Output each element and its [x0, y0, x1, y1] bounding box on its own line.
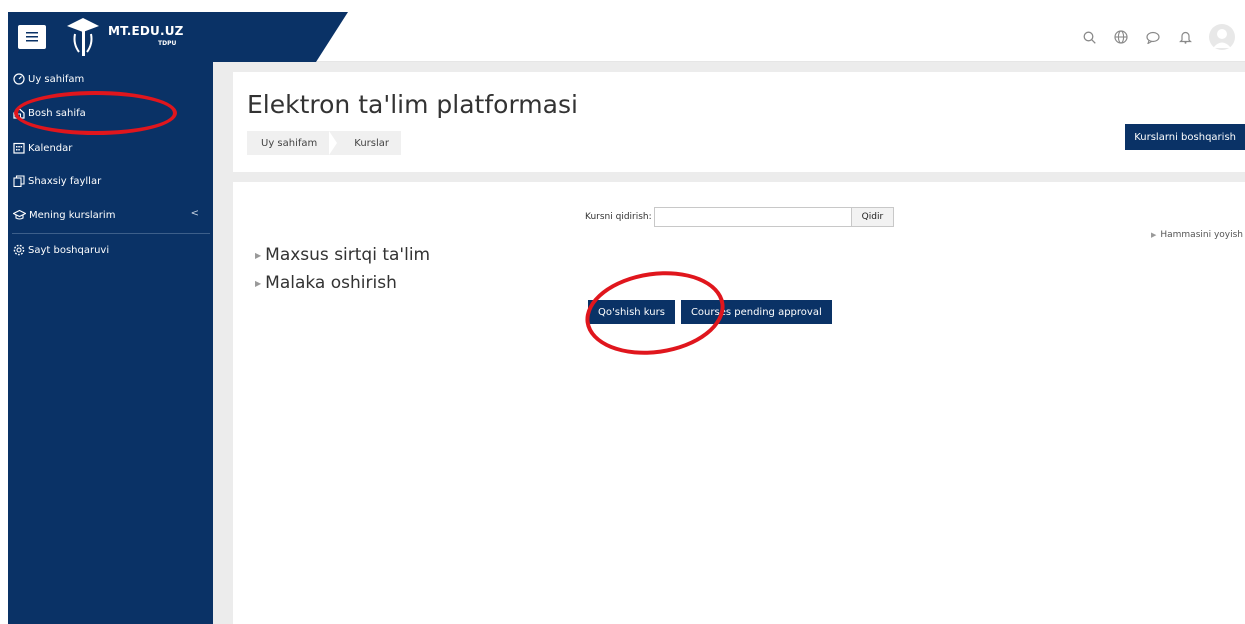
brand-subtitle: TDPU — [158, 40, 177, 47]
sidebar-item-label: Bosh sahifa — [28, 107, 86, 119]
caret-right-icon: ▶ — [1150, 231, 1157, 239]
sidebar-item-uy-sahifam[interactable]: Uy sahifam — [13, 69, 84, 89]
sidebar-divider — [12, 233, 210, 234]
brand-name[interactable]: MT.EDU.UZ — [108, 24, 184, 38]
dashboard-icon — [13, 73, 25, 85]
graduation-cap-icon — [13, 209, 26, 220]
sidebar-item-shaxsiy-fayllar[interactable]: Shaxsiy fayllar — [13, 171, 101, 191]
page-title: Elektron ta'lim platformasi — [247, 90, 578, 119]
search-input[interactable] — [653, 207, 852, 227]
hamburger-menu-button[interactable] — [18, 25, 46, 49]
courses-pending-approval-button[interactable]: Courses pending approval — [680, 300, 832, 324]
caret-right-icon: ▶ — [255, 250, 262, 260]
breadcrumb-item-kurslar[interactable]: Kurslar — [337, 131, 401, 155]
search-button[interactable]: Qidir — [851, 207, 895, 227]
breadcrumb: Uy sahifam Kurslar — [247, 131, 402, 155]
sidebar-item-bosh-sahifa[interactable]: Bosh sahifa — [13, 103, 86, 123]
files-icon — [13, 175, 25, 187]
chevron-left-icon[interactable]: < — [191, 208, 199, 219]
main-region: Elektron ta'lim platformasi Uy sahifam K… — [213, 62, 1245, 624]
sidebar-item-label: Sayt boshqaruvi — [28, 244, 110, 256]
sidebar-item-label: Uy sahifam — [28, 73, 85, 85]
graduate-logo-icon — [67, 18, 99, 56]
sidebar-item-label: Kalendar — [28, 142, 73, 154]
sidebar: Uy sahifam Bosh sahifa Kalendar Shaxsiy … — [8, 62, 213, 624]
gear-icon — [13, 244, 25, 256]
course-search-form: Kursni qidirish: Qidir — [585, 207, 895, 227]
search-label: Kursni qidirish: — [585, 212, 652, 222]
home-icon — [13, 107, 25, 119]
caret-right-icon: ▶ — [255, 278, 262, 288]
course-action-buttons: Qo'shish kurs Courses pending approval — [588, 300, 832, 324]
bell-icon[interactable] — [1177, 29, 1193, 45]
search-icon[interactable] — [1081, 29, 1097, 45]
breadcrumb-separator — [329, 131, 338, 155]
top-icons — [1081, 24, 1235, 50]
add-course-button[interactable]: Qo'shish kurs — [588, 300, 675, 324]
user-avatar[interactable] — [1209, 24, 1235, 50]
calendar-icon — [13, 142, 25, 154]
hamburger-icon — [26, 32, 38, 42]
sidebar-item-label: Shaxsiy fayllar — [28, 175, 102, 187]
category-malaka-oshirish[interactable]: ▶ Malaka oshirish — [255, 273, 397, 293]
page-header: Elektron ta'lim platformasi Uy sahifam K… — [233, 72, 1245, 172]
sidebar-item-sayt-boshqaruvi[interactable]: Sayt boshqaruvi — [13, 240, 109, 260]
sidebar-item-kalendar[interactable]: Kalendar — [13, 138, 72, 158]
category-maxsus-sirtqi-talim[interactable]: ▶ Maxsus sirtqi ta'lim — [255, 245, 430, 265]
manage-courses-button[interactable]: Kurslarni boshqarish — [1125, 124, 1245, 150]
top-navbar: MT.EDU.UZ TDPU — [8, 12, 1245, 62]
sidebar-item-mening-kurslarim[interactable]: Mening kurslarim — [13, 205, 115, 225]
chat-icon[interactable] — [1145, 29, 1161, 45]
globe-icon[interactable] — [1113, 29, 1129, 45]
breadcrumb-item-uy-sahifam[interactable]: Uy sahifam — [247, 131, 329, 155]
sidebar-item-label: Mening kurslarim — [29, 209, 116, 221]
course-category-panel: Kursni qidirish: Qidir ▶ Hammasini yoyish… — [233, 182, 1245, 624]
expand-all-link[interactable]: ▶ Hammasini yoyish — [1151, 230, 1243, 240]
